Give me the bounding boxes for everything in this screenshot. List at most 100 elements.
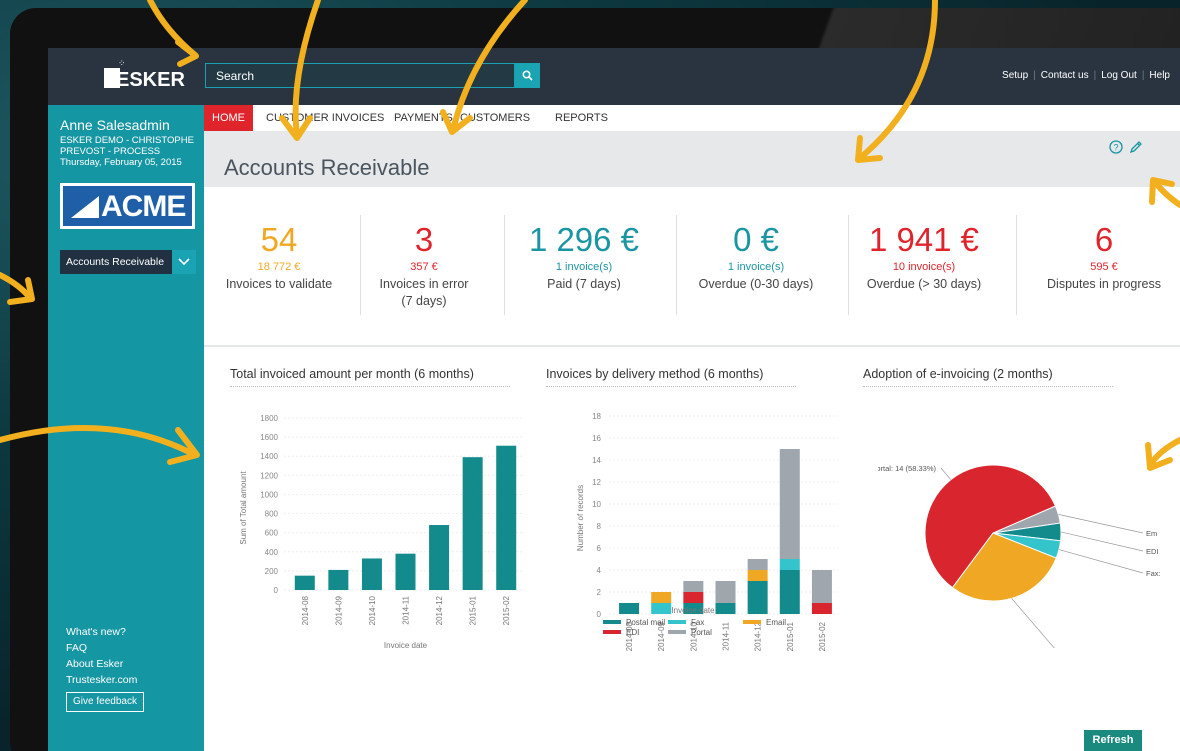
tab-customer-invoices[interactable]: CUSTOMER INVOICES xyxy=(266,105,384,131)
pie-label-leader xyxy=(1060,531,1144,552)
x-axis-label: Invoice date xyxy=(671,606,715,615)
legend-label: Portal xyxy=(691,628,712,637)
y-tick-label: 200 xyxy=(265,567,279,576)
search-label: Search xyxy=(216,69,255,83)
legend-label: Postal mail xyxy=(626,618,665,627)
main-nav: HOME CUSTOMER INVOICES PAYMENTS CUSTOMER… xyxy=(204,105,1180,131)
y-tick-label: 1800 xyxy=(260,414,278,423)
pie-label-leader xyxy=(1058,514,1144,534)
y-tick-label: 4 xyxy=(597,566,602,575)
tab-reports[interactable]: REPORTS xyxy=(555,105,608,131)
tab-payments[interactable]: PAYMENTS xyxy=(394,105,453,131)
x-tick-label: 2014-10 xyxy=(368,595,377,625)
stacked-bar-segment xyxy=(779,559,800,570)
faq-link[interactable]: FAQ xyxy=(66,642,137,658)
y-tick-label: 1200 xyxy=(260,471,278,480)
help-icon[interactable]: ? xyxy=(1109,140,1123,154)
kpi-strip: 54 18 772 € Invoices to validate 3 357 €… xyxy=(204,187,1180,347)
kpi-value: 1 296 € xyxy=(528,221,640,258)
kpi-bottom-border xyxy=(204,345,1180,347)
chart-title-underline xyxy=(546,386,796,387)
log-out-link[interactable]: Log Out xyxy=(1101,70,1137,81)
kpi-label: Invoices to validate xyxy=(225,277,333,291)
separator: | xyxy=(1093,70,1097,81)
refresh-button[interactable]: Refresh xyxy=(1084,730,1142,751)
y-tick-label: 400 xyxy=(265,548,279,557)
kpi-disputes[interactable]: 6 595 € Disputes in progress xyxy=(1024,221,1180,293)
legend-label: Email xyxy=(766,618,786,627)
legend-swatch xyxy=(603,620,621,624)
x-tick-label: 2014-09 xyxy=(334,595,343,625)
legend-swatch xyxy=(743,620,761,624)
sidebar: Anne Salesadmin ESKER DEMO - CHRISTOPHE … xyxy=(48,105,204,751)
help-link[interactable]: Help xyxy=(1149,70,1170,81)
dashboard-selector-toggle[interactable] xyxy=(172,250,196,274)
stacked-bar-segment xyxy=(683,581,704,592)
bar-chart-invoiced-amount: 0 200 400 600 800 1000 1200 1400 1600 1800 Sum of … xyxy=(239,414,523,650)
y-tick-label: 18 xyxy=(592,412,601,421)
kpi-subvalue: 595 € xyxy=(1090,261,1118,273)
pencil-icon[interactable] xyxy=(1129,140,1143,154)
kpi-overdue-0-30[interactable]: 0 € 1 invoice(s) Overdue (0-30 days) xyxy=(676,221,836,293)
top-links: Setup | Contact us | Log Out | Help xyxy=(1002,70,1170,81)
x-tick-label: 2015-02 xyxy=(502,595,511,625)
bar xyxy=(328,569,349,590)
bar xyxy=(496,445,517,590)
x-tick-label: 2015-01 xyxy=(469,595,478,625)
kpi-label: Disputes in progress xyxy=(1047,277,1161,291)
kpi-paid[interactable]: 1 296 € 1 invoice(s) Paid (7 days) xyxy=(504,221,664,293)
bar xyxy=(462,457,483,590)
x-axis-label: Invoice date xyxy=(384,641,428,650)
y-tick-label: 0 xyxy=(274,586,279,595)
chart-title-underline xyxy=(230,386,510,387)
kpi-subvalue: 357 € xyxy=(410,261,438,273)
stacked-bar-segment xyxy=(747,559,768,570)
sidebar-links: What's new? FAQ About Esker Trustesker.c… xyxy=(66,626,137,690)
user-organization: ESKER DEMO - CHRISTOPHE PREVOST - PROCES… xyxy=(60,135,194,157)
kpi-overdue-30-plus[interactable]: 1 941 € 10 invoice(s) Overdue (> 30 days… xyxy=(844,221,1004,293)
legend-label: Fax xyxy=(691,618,704,627)
kpi-value: 54 xyxy=(260,221,298,258)
search-input[interactable]: Search xyxy=(205,63,515,88)
top-bar: ⁘ ESKER Search Setup | Contact us | Log Out |… xyxy=(48,48,1180,105)
y-tick-label: 6 xyxy=(597,544,602,553)
stacked-bar-segment xyxy=(715,581,736,603)
y-tick-label: 16 xyxy=(592,434,601,443)
separator: | xyxy=(1033,70,1036,81)
kpi-invoices-to-validate[interactable]: 54 18 772 € Invoices to validate xyxy=(199,221,359,293)
contact-us-link[interactable]: Contact us xyxy=(1041,70,1089,81)
y-tick-label: 1600 xyxy=(260,433,278,442)
pie-label-leader xyxy=(940,467,952,480)
x-tick-label: 2014-08 xyxy=(301,595,310,625)
kpi-divider xyxy=(1016,215,1017,315)
pie-label: Portal: 14 (58.33%) xyxy=(878,464,936,473)
trustesker-link[interactable]: Trustesker.com xyxy=(66,674,137,690)
setup-link[interactable]: Setup xyxy=(1002,70,1028,81)
dashboard-selector-value: Accounts Receivable xyxy=(66,256,165,268)
esker-logo[interactable]: ⁘ ESKER xyxy=(104,58,200,92)
kpi-subvalue: 10 invoice(s) xyxy=(892,261,956,273)
tab-home[interactable]: HOME xyxy=(204,105,253,131)
kpi-label: Invoices in error (7 days) xyxy=(379,277,469,308)
whats-new-link[interactable]: What's new? xyxy=(66,626,137,642)
search-button[interactable] xyxy=(515,63,540,88)
kpi-subvalue: 1 invoice(s) xyxy=(555,261,613,273)
kpi-label: Paid (7 days) xyxy=(547,277,621,291)
search-icon xyxy=(522,70,533,81)
bar xyxy=(361,558,382,590)
stacked-bar-segment xyxy=(651,592,672,603)
give-feedback-button[interactable]: Give feedback xyxy=(66,692,144,712)
dashboard-selector[interactable]: Accounts Receivable xyxy=(60,250,184,274)
current-date: Thursday, February 05, 2015 xyxy=(60,157,182,168)
chart-title-invoiced-amount: Total invoiced amount per month (6 month… xyxy=(230,367,474,381)
pie-label-leader xyxy=(1011,598,1055,648)
chart-title-underline xyxy=(863,386,1113,387)
pie-label: Fax: xyxy=(1146,569,1161,578)
stacked-bar-segment xyxy=(747,570,768,581)
tab-customers[interactable]: CUSTOMERS xyxy=(460,105,530,131)
about-esker-link[interactable]: About Esker xyxy=(66,658,137,674)
y-tick-label: 1400 xyxy=(260,452,278,461)
kpi-label: Overdue (0-30 days) xyxy=(698,277,814,291)
y-tick-label: 1000 xyxy=(260,490,278,499)
kpi-invoices-in-error[interactable]: 3 357 € Invoices in error (7 days) xyxy=(354,221,494,310)
